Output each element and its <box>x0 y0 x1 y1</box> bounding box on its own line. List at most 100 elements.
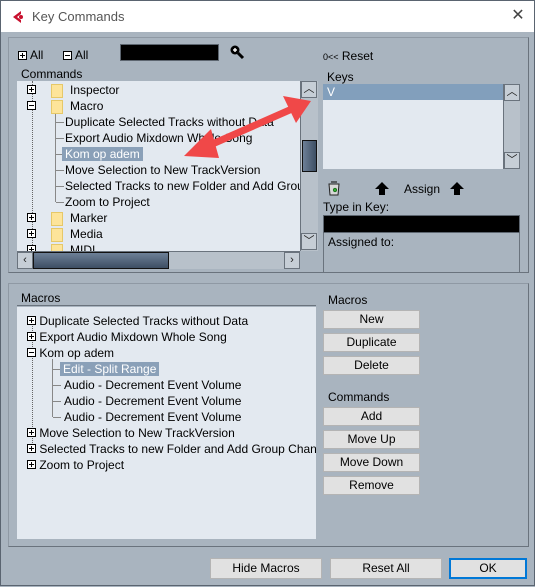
macros-header: Macros <box>17 291 316 306</box>
tree-label: Selected Tracks to new Folder and Add Gr… <box>39 442 316 456</box>
folder-icon <box>50 83 63 98</box>
duplicate-macro-button[interactable]: Duplicate <box>323 333 420 352</box>
tree-connector <box>56 202 64 203</box>
macro-row[interactable]: Zoom to Project <box>27 457 124 473</box>
tree-label: Media <box>70 227 103 241</box>
key-row-selected[interactable]: V <box>323 84 504 100</box>
tree-label: Zoom to Project <box>39 458 125 472</box>
tree-folder-media[interactable]: Media <box>27 226 103 242</box>
tree-item[interactable]: Selected Tracks to new Folder and Add Gr… <box>65 178 300 194</box>
tree-label: Edit - Split Range <box>60 362 160 376</box>
tree-connector <box>53 401 61 402</box>
type-in-key-input[interactable] <box>323 215 520 233</box>
keys-vertical-scrollbar[interactable]: ︿ ﹀ <box>503 84 520 169</box>
expand-icon[interactable] <box>27 316 36 325</box>
scroll-left-icon[interactable]: ‹ <box>17 252 33 269</box>
arrow-up-icon[interactable] <box>450 182 464 195</box>
expand-icon[interactable] <box>27 229 36 238</box>
tree-connector <box>53 385 61 386</box>
scroll-thumb[interactable] <box>302 140 317 172</box>
type-in-key-label: Type in Key: <box>323 200 390 214</box>
key-commands-dialog: Key Commands ✕ All All 0<< Reset Command… <box>0 0 535 586</box>
tree-folder-macro[interactable]: Macro <box>27 98 103 114</box>
scroll-up-icon[interactable]: ︿ <box>504 84 520 101</box>
ok-button[interactable]: OK <box>449 558 527 579</box>
expand-icon[interactable] <box>27 213 36 222</box>
reset-button[interactable]: 0<< Reset <box>323 49 373 63</box>
tree-item[interactable]: Export Audio Mixdown Whole Song <box>65 130 252 146</box>
magnifier-zoom-in-icon[interactable] <box>229 44 245 60</box>
commands-tree[interactable]: Inspector Macro Duplicate Selected Track… <box>17 81 300 251</box>
tree-label: Duplicate Selected Tracks without Data <box>65 115 274 129</box>
tree-item[interactable]: Duplicate Selected Tracks without Data <box>65 114 274 130</box>
expand-icon[interactable] <box>27 444 36 453</box>
macros-tree[interactable]: Duplicate Selected Tracks without Data E… <box>17 307 316 539</box>
cubase-logo-icon <box>13 11 23 23</box>
tree-connector <box>53 417 61 418</box>
tree-folder-midi[interactable]: MIDI <box>27 242 95 251</box>
tree-folder-inspector[interactable]: Inspector <box>27 82 119 98</box>
macro-row[interactable]: Export Audio Mixdown Whole Song <box>27 329 227 345</box>
macro-row[interactable]: Move Selection to New TrackVersion <box>27 425 235 441</box>
macro-row[interactable]: Selected Tracks to new Folder and Add Gr… <box>27 441 316 457</box>
tree-guide <box>52 359 53 417</box>
title-bar: Key Commands ✕ <box>1 1 534 32</box>
move-down-button[interactable]: Move Down <box>323 453 420 472</box>
new-macro-button[interactable]: New <box>323 310 420 329</box>
tree-item[interactable]: Move Selection to New TrackVersion <box>65 162 260 178</box>
add-command-button[interactable]: Add <box>323 407 420 426</box>
scroll-thumb[interactable] <box>33 252 169 269</box>
folder-icon <box>50 211 63 226</box>
collapse-all-label: All <box>75 48 89 62</box>
tree-connector <box>56 138 64 139</box>
arrow-up-icon[interactable] <box>375 182 389 195</box>
move-up-button[interactable]: Move Up <box>323 430 420 449</box>
delete-macro-button[interactable]: Delete <box>323 356 420 375</box>
tree-item-selected[interactable]: Kom op adem <box>62 146 143 162</box>
macro-command[interactable]: Audio - Decrement Event Volume <box>64 393 241 409</box>
macro-command[interactable]: Audio - Decrement Event Volume <box>64 409 241 425</box>
hide-macros-button[interactable]: Hide Macros <box>210 558 322 579</box>
expand-icon[interactable] <box>27 460 36 469</box>
tree-label: Export Audio Mixdown Whole Song <box>39 330 227 344</box>
tree-item[interactable]: Zoom to Project <box>65 194 150 210</box>
keys-list[interactable]: V <box>323 84 520 169</box>
scroll-down-icon[interactable]: ﹀ <box>504 152 520 169</box>
tree-label: MIDI <box>70 243 96 251</box>
window-title: Key Commands <box>32 9 125 24</box>
tree-connector <box>56 186 64 187</box>
scroll-right-icon[interactable]: › <box>284 252 300 269</box>
search-input[interactable] <box>120 44 219 61</box>
minus-icon <box>63 50 72 60</box>
close-icon[interactable]: ✕ <box>507 6 529 26</box>
macro-row[interactable]: Duplicate Selected Tracks without Data <box>27 313 248 329</box>
macro-command-selected[interactable]: Edit - Split Range <box>60 361 160 377</box>
folder-icon <box>50 99 63 114</box>
tree-label: Kom op adem <box>39 346 115 360</box>
tree-label: Selected Tracks to new Folder and Add Gr… <box>65 179 300 193</box>
expand-icon[interactable] <box>27 85 36 94</box>
tree-folder-marker[interactable]: Marker <box>27 210 107 226</box>
remove-command-button[interactable]: Remove <box>323 476 420 495</box>
scroll-up-icon[interactable]: ︿ <box>301 81 317 98</box>
commands-horizontal-scrollbar[interactable]: ‹ › <box>17 251 300 269</box>
expand-icon[interactable] <box>27 428 36 437</box>
reset-symbol: 0<< <box>323 52 339 62</box>
expand-all-button[interactable]: All <box>18 48 43 62</box>
macro-command[interactable]: Audio - Decrement Event Volume <box>64 377 241 393</box>
expand-icon[interactable] <box>27 332 36 341</box>
collapse-icon[interactable] <box>27 348 36 357</box>
collapse-all-button[interactable]: All <box>63 48 88 62</box>
macro-row-expanded[interactable]: Kom op adem <box>27 345 114 361</box>
scroll-down-icon[interactable]: ﹀ <box>301 233 317 250</box>
assign-button[interactable]: Assign <box>404 182 440 196</box>
tree-label: Kom op adem <box>62 147 143 161</box>
tree-label: Audio - Decrement Event Volume <box>64 394 242 408</box>
collapse-icon[interactable] <box>27 101 36 110</box>
commands-vertical-scrollbar[interactable]: ︿ ﹀ <box>300 81 318 251</box>
assigned-to-label: Assigned to: <box>328 235 395 249</box>
trash-icon[interactable] <box>327 181 341 197</box>
tree-label: Move Selection to New TrackVersion <box>65 163 261 177</box>
reset-all-button[interactable]: Reset All <box>330 558 442 579</box>
assign-row: Assign <box>325 181 525 197</box>
